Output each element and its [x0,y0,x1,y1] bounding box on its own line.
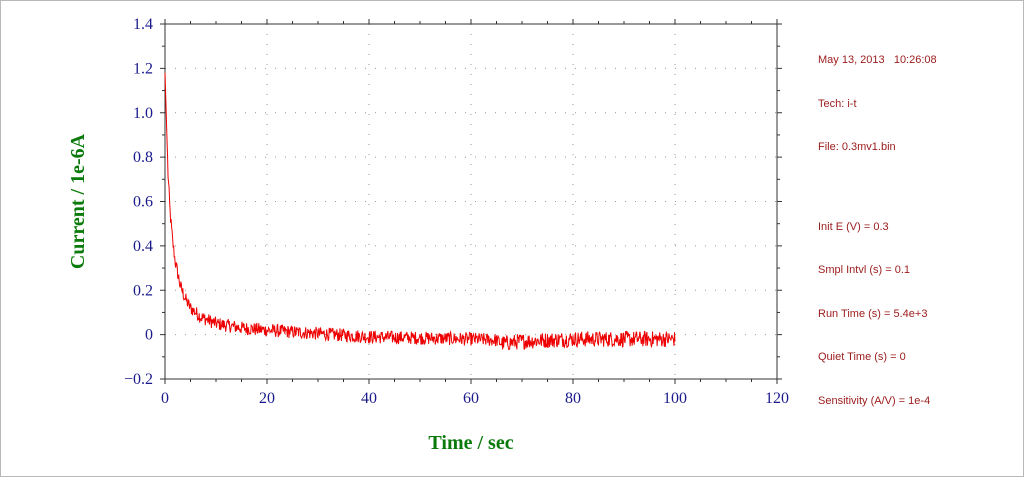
experiment-info-panel: May 13, 2013 10:26:08 Tech: i-t File: 0.… [818,24,937,423]
x-tick-label: 60 [463,390,479,407]
y-tick-label: 0.2 [133,282,153,299]
series-current-line [164,72,676,350]
x-tick-label: 100 [663,390,687,407]
info-param: Smpl Intvl (s) = 0.1 [818,264,911,276]
info-param: Sensitivity (A/V) = 1e-4 [818,394,931,407]
y-tick-label: 1.0 [133,105,153,122]
y-tick-label: 0 [145,327,153,344]
x-tick-label: 0 [161,390,169,407]
x-tick-label: 20 [259,390,275,407]
y-tick-label: −0.2 [124,371,153,388]
info-tech: Tech: i-t [818,97,857,110]
x-tick-label: 40 [361,390,377,407]
info-param: Run Time (s) = 5.4e+3 [818,307,928,320]
tick-labels: 0 20 40 60 80 100 120 −0.2 0 0.2 0.4 0.6 0.8 1.0 1.2 1.… [124,16,789,407]
info-file: File: 0.3mv1.bin [818,141,896,153]
y-tick-label: 0.8 [133,149,153,166]
x-tick-label: 120 [765,390,789,407]
y-axis-title: Current / 1e-6A [67,133,89,269]
info-date: May 13, 2013 10:26:08 [818,54,937,66]
y-tick-label: 0.6 [133,194,153,211]
y-tick-label: 0.4 [133,238,153,255]
x-axis-title: Time / sec [428,432,513,454]
y-tick-label: 1.2 [133,60,153,77]
y-tick-label: 1.4 [133,16,153,33]
info-param: Quiet Time (s) = 0 [818,351,906,363]
info-param: Init E (V) = 0.3 [818,220,889,233]
x-tick-label: 80 [565,390,581,407]
